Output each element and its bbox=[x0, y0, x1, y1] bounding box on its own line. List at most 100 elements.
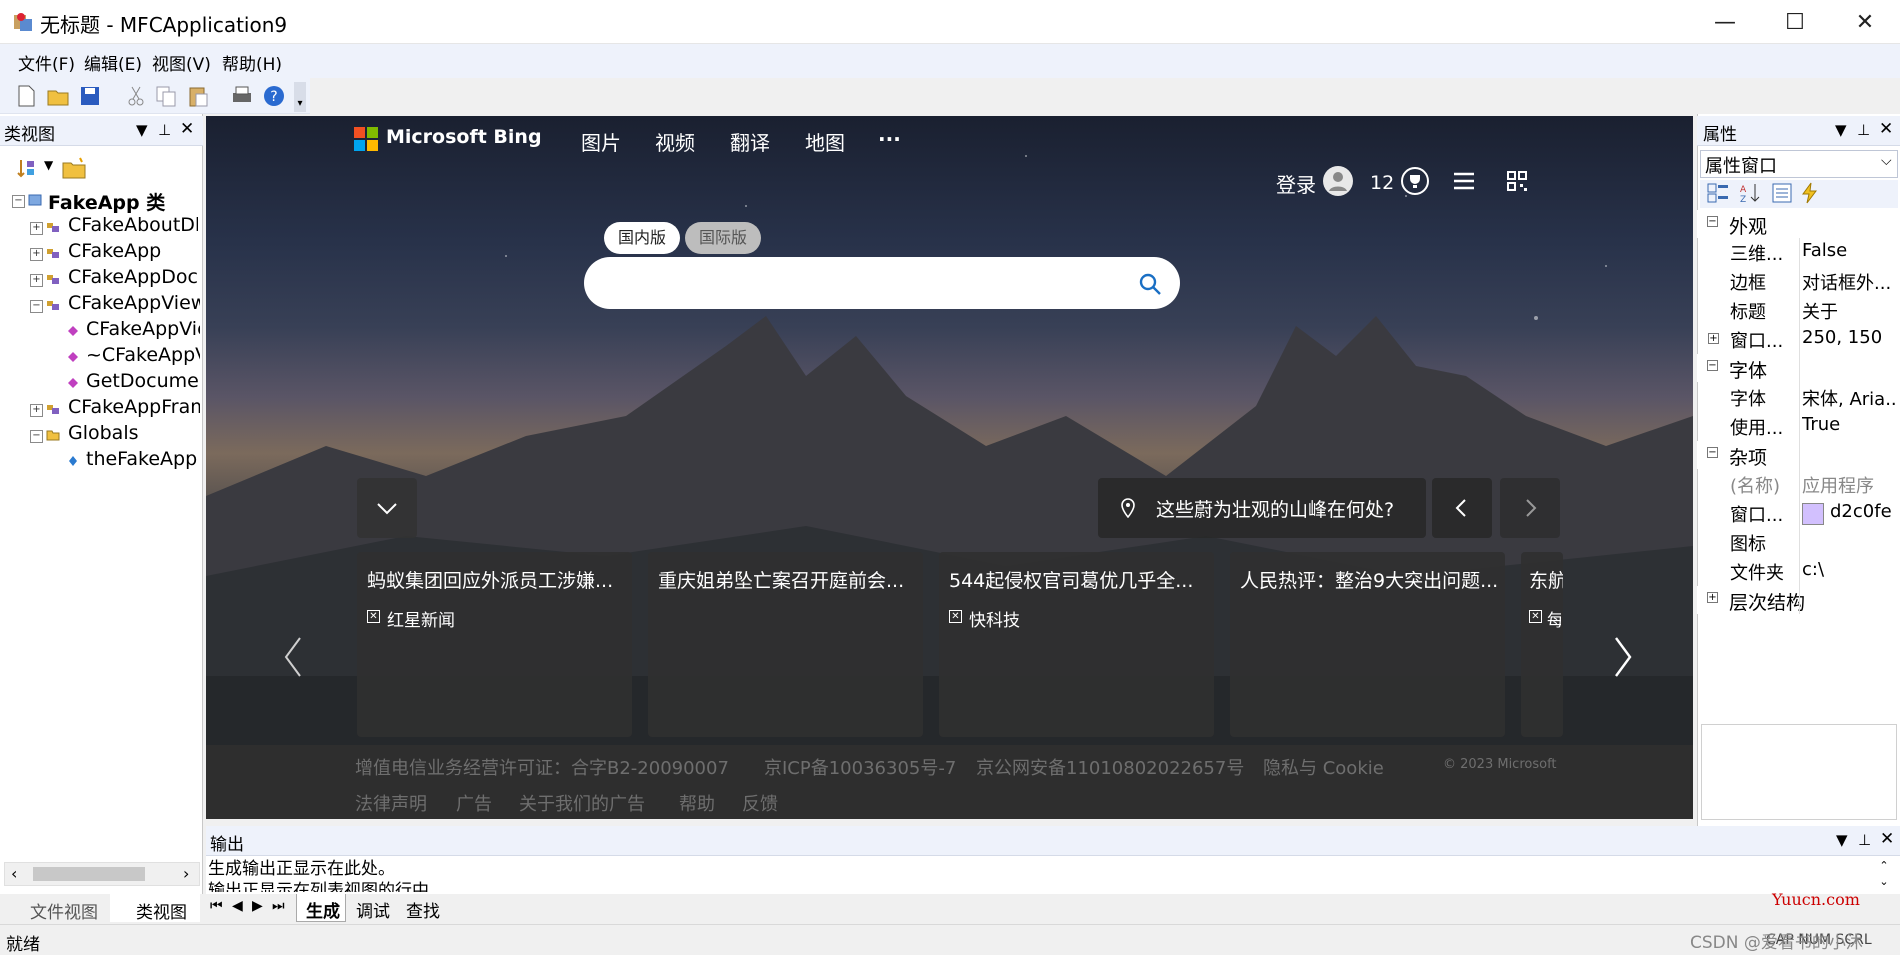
tree-collapse-icon[interactable]: − bbox=[12, 195, 25, 208]
nav-videos[interactable]: 视频 bbox=[655, 127, 695, 156]
tree-collapse-icon[interactable]: − bbox=[30, 430, 43, 443]
news-title[interactable]: 重庆姐弟坠亡案召开庭前会... bbox=[658, 566, 918, 593]
qr-code-icon[interactable] bbox=[1506, 170, 1528, 192]
scroll-up-icon[interactable]: ⌃ bbox=[1879, 859, 1888, 872]
tree-expand-icon[interactable]: + bbox=[30, 222, 43, 235]
news-source[interactable]: 红星新闻 bbox=[387, 606, 455, 631]
help-icon[interactable]: ? bbox=[262, 84, 286, 108]
user-avatar-icon[interactable] bbox=[1322, 165, 1354, 197]
sort-dropdown-icon[interactable]: ▼ bbox=[44, 158, 53, 172]
property-value[interactable]: c:\ bbox=[1802, 559, 1898, 580]
save-icon[interactable] bbox=[78, 84, 102, 108]
property-value[interactable]: 宋体, Aria... bbox=[1802, 385, 1898, 411]
pin-icon[interactable]: ⊥ bbox=[1857, 121, 1870, 139]
categorized-icon[interactable] bbox=[1706, 182, 1730, 204]
news-card[interactable]: 重庆姐弟坠亡案召开庭前会... bbox=[648, 552, 923, 737]
property-row[interactable]: 窗口... d2c0fe bbox=[1728, 499, 1900, 527]
tab-domestic[interactable]: 国内版 bbox=[604, 222, 680, 254]
tab-find[interactable]: 查找 bbox=[406, 897, 440, 922]
bing-brand[interactable]: Microsoft Bing bbox=[386, 126, 542, 148]
pane-menu-icon[interactable]: ▼ bbox=[1835, 121, 1847, 139]
property-row[interactable]: 边框 对话框外... bbox=[1728, 267, 1900, 295]
tree-expand-icon[interactable]: + bbox=[30, 248, 43, 261]
new-folder-icon[interactable] bbox=[62, 157, 86, 179]
next-image-button[interactable] bbox=[1500, 478, 1560, 538]
tree-item[interactable]: CFakeAboutDlg bbox=[68, 214, 198, 236]
first-tab-icon[interactable]: ⏮ bbox=[210, 898, 223, 914]
collapse-button[interactable] bbox=[357, 478, 417, 538]
property-pages-icon[interactable] bbox=[1770, 182, 1794, 204]
news-source[interactable]: 每 bbox=[1547, 606, 1561, 631]
rewards-points[interactable]: 12 bbox=[1370, 172, 1394, 194]
property-value[interactable]: 对话框外... bbox=[1802, 269, 1898, 295]
image-info-box[interactable]: 这些蔚为壮观的山峰在何处? bbox=[1098, 478, 1426, 538]
nav-translate[interactable]: 翻译 bbox=[730, 127, 770, 156]
tree-item[interactable]: GetDocument() bbox=[86, 370, 200, 392]
color-swatch[interactable] bbox=[1802, 503, 1824, 525]
collapse-icon[interactable]: − bbox=[1707, 216, 1718, 227]
footer-legal[interactable]: 法律声明 bbox=[355, 790, 427, 816]
output-list[interactable]: 生成输出正显示在此处。 输出正显示在列表视图的行中 bbox=[208, 858, 1868, 892]
pin-icon[interactable]: ⊥ bbox=[158, 121, 171, 139]
property-row[interactable]: 标题 关于 bbox=[1728, 296, 1900, 324]
news-title[interactable]: 人民热评：整治9大突出问题... bbox=[1240, 566, 1500, 593]
alphabetical-icon[interactable]: AZ bbox=[1738, 182, 1762, 204]
property-value[interactable]: 250, 150 bbox=[1802, 327, 1898, 348]
tree-item[interactable]: CFakeApp bbox=[68, 240, 161, 262]
search-icon[interactable] bbox=[1138, 272, 1162, 296]
footer-about-ads[interactable]: 关于我们的广告 bbox=[519, 790, 645, 816]
nav-maps[interactable]: 地图 bbox=[805, 127, 845, 156]
scroll-thumb[interactable] bbox=[33, 867, 145, 881]
scroll-left-icon[interactable]: ‹ bbox=[11, 864, 17, 883]
property-row[interactable]: (名称) 应用程序 bbox=[1728, 470, 1900, 498]
collapse-icon[interactable]: − bbox=[1707, 360, 1718, 371]
news-card[interactable]: 人民热评：整治9大突出问题... bbox=[1230, 552, 1505, 737]
tree-item[interactable]: theFakeApp bbox=[86, 448, 197, 470]
search-input[interactable] bbox=[584, 257, 1180, 309]
footer-icp[interactable]: 京ICP备10036305号-7 bbox=[764, 754, 956, 780]
pane-close-icon[interactable]: ✕ bbox=[1879, 119, 1893, 139]
minimize-button[interactable]: — bbox=[1690, 0, 1760, 44]
expand-icon[interactable]: + bbox=[1708, 333, 1719, 344]
property-row[interactable]: 字体 宋体, Aria... bbox=[1728, 383, 1900, 411]
vertical-scrollbar[interactable]: ⌃ ⌄ bbox=[1872, 858, 1896, 892]
events-icon[interactable] bbox=[1800, 182, 1820, 204]
carousel-prev-icon[interactable] bbox=[282, 636, 304, 678]
tree-item[interactable]: CFakeAppView bbox=[68, 292, 200, 314]
news-card[interactable]: 东航 ✕ 每 bbox=[1521, 552, 1563, 737]
footer-license[interactable]: 增值电信业务经营许可证：合字B2-20090007 bbox=[355, 754, 729, 780]
property-row[interactable]: 文件夹 c:\ bbox=[1728, 557, 1900, 585]
expand-icon[interactable]: + bbox=[1707, 592, 1718, 603]
prev-tab-icon[interactable]: ◀ bbox=[232, 898, 243, 914]
pane-close-icon[interactable]: ✕ bbox=[1880, 829, 1894, 849]
rewards-trophy-icon[interactable] bbox=[1400, 166, 1430, 196]
news-card[interactable]: 544起侵权官司葛优几乎全... ✕ 快科技 bbox=[939, 552, 1214, 737]
cut-icon[interactable] bbox=[124, 84, 148, 108]
tab-class-view[interactable]: 类视图 bbox=[136, 898, 187, 923]
pane-menu-icon[interactable]: ▼ bbox=[1836, 831, 1848, 849]
nav-more[interactable]: ··· bbox=[878, 127, 901, 151]
paste-icon[interactable] bbox=[186, 84, 210, 108]
tree-expand-icon[interactable]: + bbox=[30, 274, 43, 287]
tree-collapse-icon[interactable]: − bbox=[30, 300, 43, 313]
tab-file-view[interactable]: 文件视图 bbox=[30, 898, 98, 923]
scroll-right-icon[interactable]: › bbox=[183, 864, 189, 883]
new-file-icon[interactable] bbox=[14, 84, 38, 108]
prev-image-button[interactable] bbox=[1432, 478, 1492, 538]
news-source[interactable]: 快科技 bbox=[969, 606, 1020, 631]
toolbar-overflow-icon[interactable]: ▾ bbox=[294, 82, 306, 112]
tab-international[interactable]: 国际版 bbox=[685, 222, 761, 254]
next-tab-icon[interactable]: ▶ bbox=[252, 898, 263, 914]
scroll-down-icon[interactable]: ⌄ bbox=[1879, 875, 1888, 888]
properties-object-select[interactable]: 属性窗口 ⌵ bbox=[1700, 150, 1898, 178]
footer-help[interactable]: 帮助 bbox=[679, 790, 715, 816]
property-value[interactable]: 关于 bbox=[1802, 298, 1898, 324]
property-row[interactable]: + 窗口... 250, 150 bbox=[1708, 325, 1900, 353]
last-tab-icon[interactable]: ⏭ bbox=[272, 898, 285, 914]
close-button[interactable]: ✕ bbox=[1830, 0, 1900, 44]
nav-images[interactable]: 图片 bbox=[581, 127, 621, 156]
footer-ads[interactable]: 广告 bbox=[456, 790, 492, 816]
property-value[interactable]: False bbox=[1802, 240, 1898, 261]
pane-close-icon[interactable]: ✕ bbox=[180, 119, 194, 139]
hamburger-menu-icon[interactable] bbox=[1452, 170, 1476, 192]
